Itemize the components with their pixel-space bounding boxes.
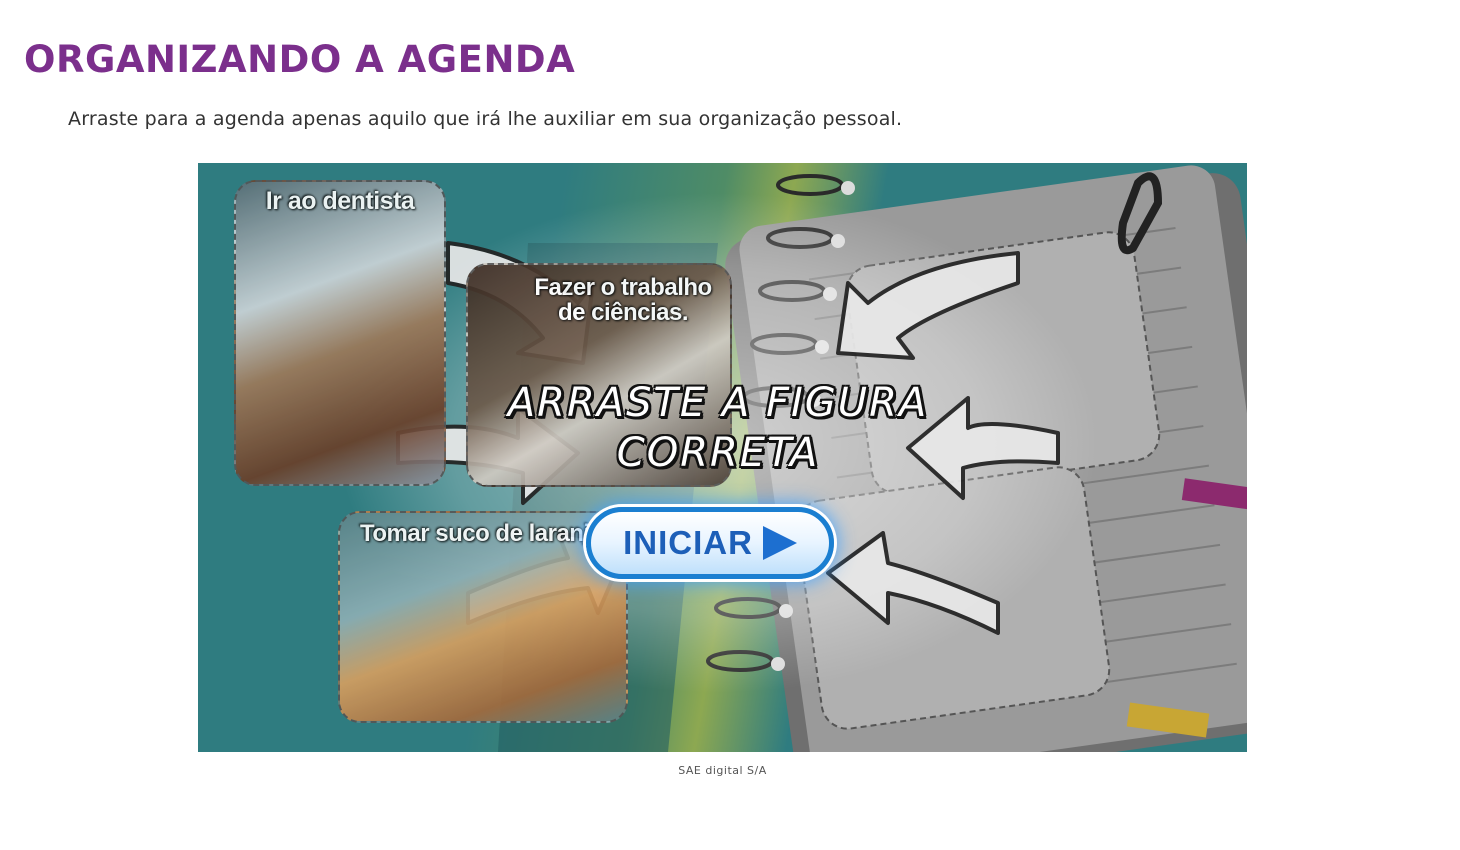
card-dentist[interactable]: Ir ao dentista	[234, 180, 446, 486]
page-title: ORGANIZANDO A AGENDA	[24, 38, 576, 81]
instruction-text: Arraste para a agenda apenas aquilo que …	[68, 108, 903, 130]
image-credit: SAE digital S/A	[678, 764, 767, 777]
overlay-line-1: ARRASTE A FIGURA	[507, 380, 929, 426]
drag-instruction-overlay: ARRASTE A FIGURA CORRETA	[498, 378, 938, 478]
activity-stage[interactable]: Ir ao dentista Fazer o trabalho de ciênc…	[198, 163, 1247, 752]
overlay-line-2: CORRETA	[616, 430, 820, 476]
start-button-label: INICIAR	[623, 524, 753, 561]
card-dentist-label: Ir ao dentista	[265, 187, 415, 215]
card-orange-juice[interactable]: Tomar suco de laranja	[338, 511, 628, 723]
card-science-homework-label: Fazer o trabalho de ciências.	[534, 274, 712, 327]
play-triangle-icon	[762, 526, 797, 560]
start-button[interactable]: INICIAR	[586, 507, 834, 579]
